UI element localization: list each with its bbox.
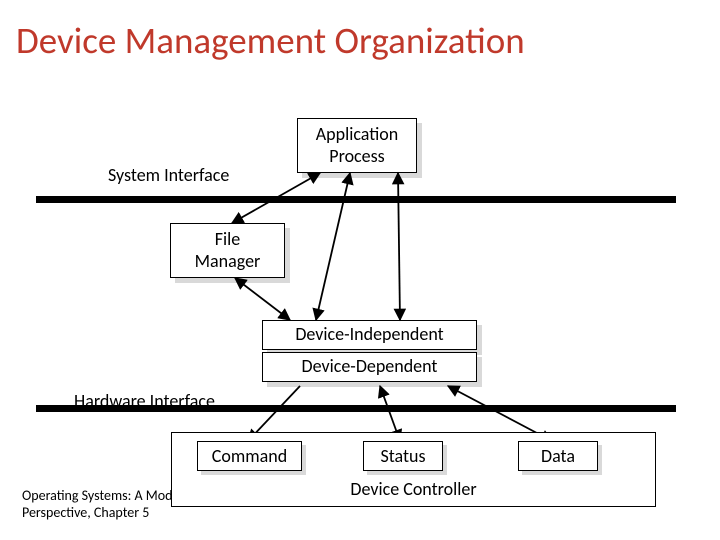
file-manager-box: File Manager: [170, 223, 285, 278]
system-interface-label: System Interface: [108, 164, 229, 186]
application-process-box: Application Process: [297, 118, 417, 173]
hardware-interface-label: Hardware Interface: [74, 390, 215, 412]
data-box: Data: [518, 441, 598, 471]
page-title: Device Management Organization: [16, 18, 525, 63]
device-controller-label: Device Controller: [172, 478, 655, 500]
device-independent-box: Device-Independent: [262, 320, 477, 350]
system-interface-bar: [36, 196, 676, 203]
status-box: Status: [363, 441, 443, 471]
command-box: Command: [197, 441, 302, 471]
device-dependent-box: Device-Dependent: [262, 352, 477, 382]
